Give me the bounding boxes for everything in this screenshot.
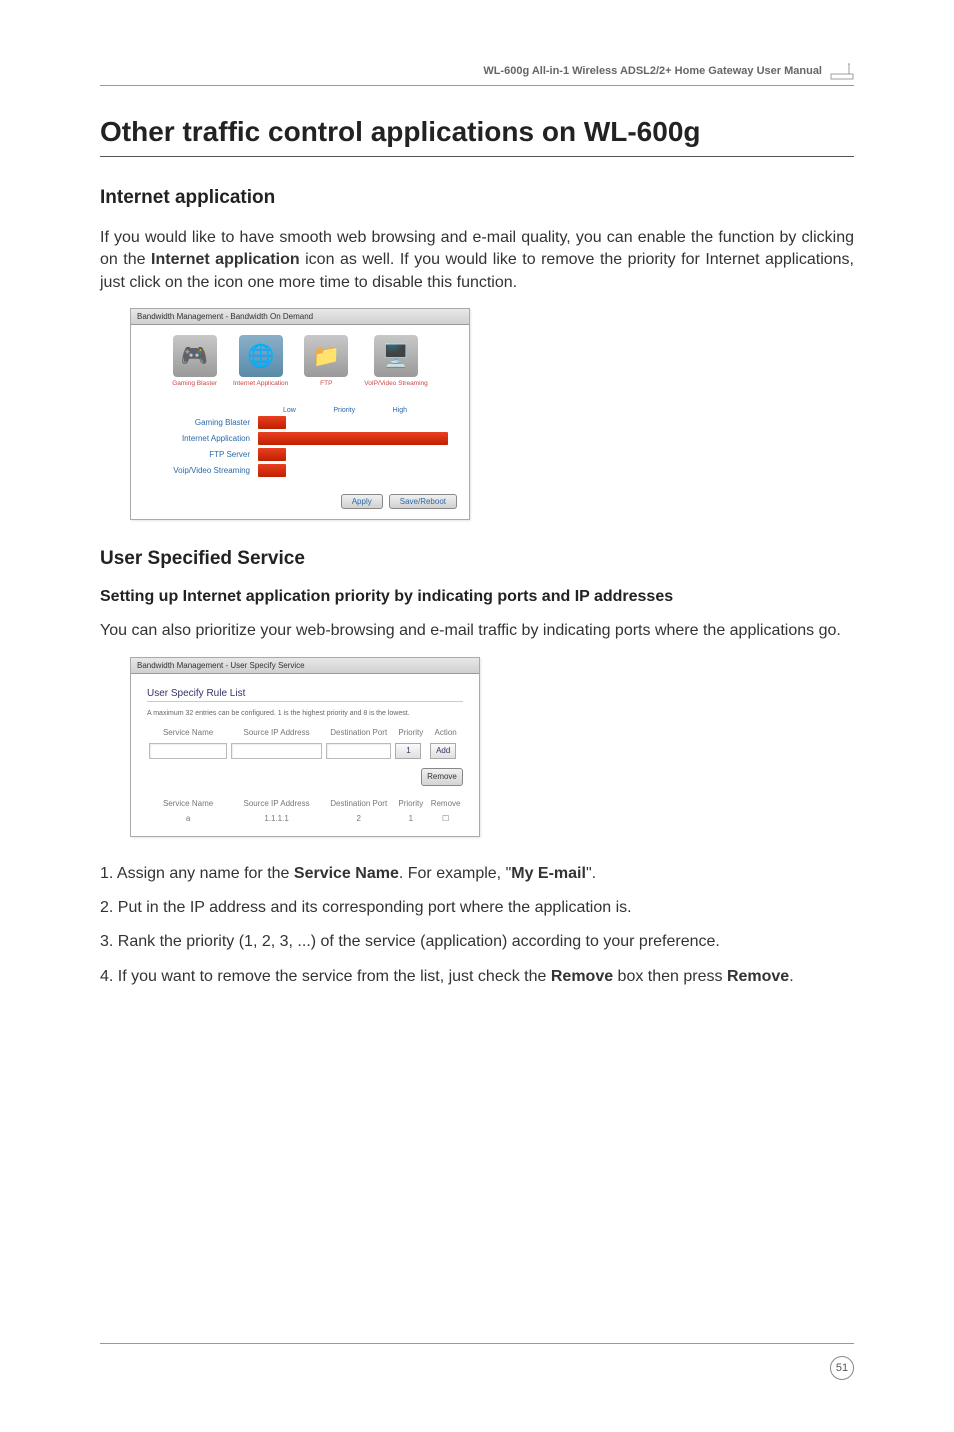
dest-port-input[interactable]	[326, 743, 392, 759]
page-title: Other traffic control applications on WL…	[100, 116, 854, 157]
col-header: Source IP Address	[229, 796, 324, 811]
router-icon	[830, 62, 854, 80]
priority-bar-row: Internet Application	[143, 432, 457, 445]
col-header: Remove	[428, 796, 463, 811]
step-text: box then press	[613, 968, 727, 985]
para-bold: Internet application	[151, 251, 300, 268]
service-name-input[interactable]	[149, 743, 227, 759]
section1-para: If you would like to have smooth web bro…	[100, 227, 854, 294]
icon-voip: 🖥️ VoIP/Video Streaming	[364, 335, 427, 387]
step-text: .	[789, 968, 793, 985]
col-header: Destination Port	[324, 796, 394, 811]
source-ip-input[interactable]	[231, 743, 322, 759]
rule-input-table: Service Name Source IP Address Destinati…	[147, 725, 463, 762]
rule-list-table: Service Name Source IP Address Destinati…	[147, 796, 463, 826]
priority-bar[interactable]	[258, 432, 448, 445]
description-text: A maximum 32 entries can be configured. …	[147, 710, 463, 717]
step-2: 2. Put in the IP address and its corresp…	[100, 897, 854, 919]
priority-bar-row: Gaming Blaster	[143, 416, 457, 429]
page-number: 51	[830, 1356, 854, 1380]
screenshot-user-specify-service: Bandwidth Management - User Specify Serv…	[130, 657, 480, 837]
priority-select[interactable]: 1	[395, 743, 421, 759]
section2-para: You can also prioritize your web-browsin…	[100, 620, 854, 642]
cell-dst: 2	[324, 811, 394, 826]
col-header: Destination Port	[324, 725, 394, 740]
remove-checkbox[interactable]: ☐	[428, 811, 463, 826]
col-header: Priority	[393, 796, 428, 811]
screenshot-bandwidth-on-demand: Bandwidth Management - Bandwidth On Dema…	[130, 308, 470, 520]
icon-ftp: 📁 FTP	[304, 335, 348, 387]
col-label: High	[393, 407, 407, 414]
step-bold: Service Name	[294, 865, 399, 882]
step-text: ".	[586, 865, 596, 882]
col-header: Action	[428, 725, 463, 740]
icon-label: FTP	[320, 380, 332, 387]
col-header: Service Name	[147, 725, 229, 740]
section1-heading: Internet application	[100, 187, 854, 209]
ftp-icon[interactable]: 📁	[304, 335, 348, 377]
step-text: 1. Assign any name for the	[100, 865, 294, 882]
icon-label: VoIP/Video Streaming	[364, 380, 427, 387]
step-text: 4. If you want to remove the service fro…	[100, 968, 551, 985]
step-bold: My E-mail	[511, 865, 586, 882]
window-title: Bandwidth Management - User Specify Serv…	[131, 658, 479, 674]
cell-priority: 1	[393, 811, 428, 826]
bar-label: Internet Application	[143, 434, 258, 443]
priority-bar-row: Voip/Video Streaming	[143, 464, 457, 477]
bar-label: FTP Server	[143, 450, 258, 459]
icon-label: Internet Application	[233, 380, 288, 387]
step-bold: Remove	[727, 968, 789, 985]
table-row: a 1.1.1.1 2 1 ☐	[147, 811, 463, 826]
cell-src: 1.1.1.1	[229, 811, 324, 826]
col-header: Source IP Address	[229, 725, 324, 740]
gamepad-icon[interactable]: 🎮	[173, 335, 217, 377]
priority-bar[interactable]	[258, 464, 286, 477]
col-header: Priority	[393, 725, 428, 740]
action-select[interactable]: Add	[430, 743, 456, 759]
bar-label: Voip/Video Streaming	[143, 466, 258, 475]
manual-title: WL-600g All-in-1 Wireless ADSL2/2+ Home …	[483, 65, 822, 77]
step-text: . For example, "	[399, 865, 511, 882]
step-bold: Remove	[551, 968, 613, 985]
globe-icon[interactable]: 🌐	[239, 335, 283, 377]
priority-bar[interactable]	[258, 416, 286, 429]
icon-label: Gaming Blaster	[172, 380, 217, 387]
divider	[147, 701, 463, 702]
step-1: 1. Assign any name for the Service Name.…	[100, 863, 854, 885]
section-heading: User Specify Rule List	[147, 688, 463, 699]
cell-name: a	[147, 811, 229, 826]
window-title: Bandwidth Management - Bandwidth On Dema…	[131, 309, 469, 325]
col-label: Priority	[333, 407, 355, 414]
icon-internet-app: 🌐 Internet Application	[233, 335, 288, 387]
col-label: Low	[283, 407, 296, 414]
step-3: 3. Rank the priority (1, 2, 3, ...) of t…	[100, 931, 854, 953]
bar-label: Gaming Blaster	[143, 418, 258, 427]
priority-bar-row: FTP Server	[143, 448, 457, 461]
apply-button[interactable]: Apply	[341, 494, 383, 509]
priority-bar[interactable]	[258, 448, 286, 461]
header-bar: WL-600g All-in-1 Wireless ADSL2/2+ Home …	[100, 62, 854, 86]
save-reboot-button[interactable]: Save/Reboot	[389, 494, 457, 509]
icon-gaming: 🎮 Gaming Blaster	[172, 335, 217, 387]
remove-button[interactable]: Remove	[421, 768, 463, 786]
step-4: 4. If you want to remove the service fro…	[100, 966, 854, 988]
section2-subheading: Setting up Internet application priority…	[100, 588, 854, 606]
col-header: Service Name	[147, 796, 229, 811]
section2-heading: User Specified Service	[100, 548, 854, 570]
voip-icon[interactable]: 🖥️	[374, 335, 418, 377]
footer-divider	[100, 1343, 854, 1344]
